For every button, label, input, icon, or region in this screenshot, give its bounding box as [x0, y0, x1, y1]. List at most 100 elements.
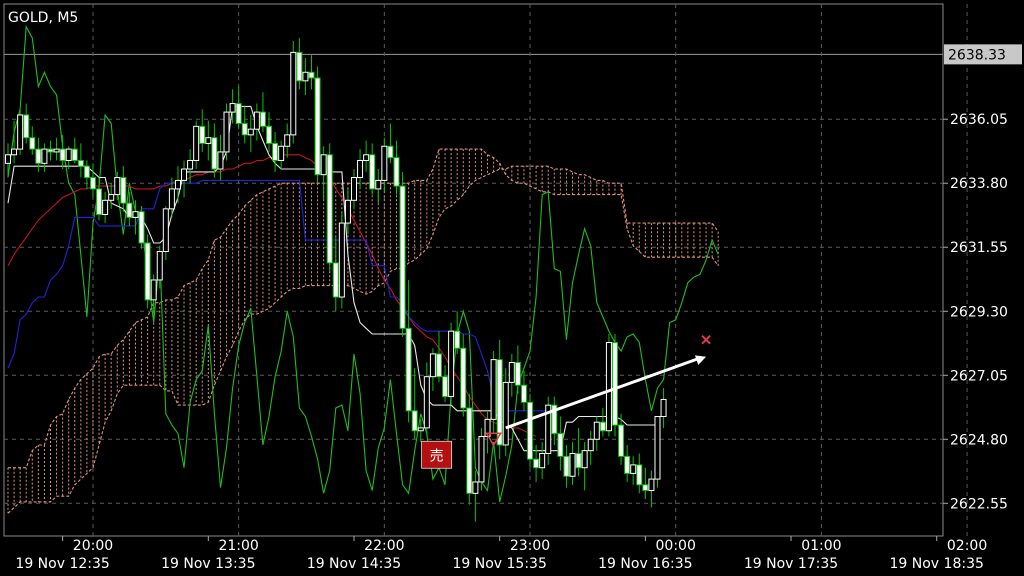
candle-bull — [587, 438, 594, 452]
candle-bear — [435, 353, 442, 378]
candle-bear — [59, 148, 66, 161]
candle-bull — [569, 452, 576, 477]
candle-bull — [108, 194, 115, 201]
candle-bull — [423, 376, 430, 429]
candle-bull — [502, 381, 509, 446]
symbol-label: GOLD, M5 — [8, 10, 78, 26]
candle-bear — [618, 424, 625, 457]
candle-bull — [114, 177, 121, 196]
candle-bull — [229, 103, 236, 113]
candle-bear — [23, 114, 30, 139]
candle-bear — [259, 111, 266, 127]
candle-bull — [11, 148, 18, 156]
current-price-label: 2638.33 — [948, 47, 1006, 63]
x-date-label: 19 Nov 14:35 — [307, 556, 401, 572]
candle-bear — [405, 327, 412, 412]
candle-bear — [235, 103, 242, 124]
candle-bull — [223, 111, 230, 153]
candle-bear — [533, 458, 540, 469]
candle-bear — [527, 401, 534, 460]
x-time-label: 20:00 — [73, 538, 113, 554]
y-tick-label: 2631.55 — [950, 240, 1008, 256]
candle-bull — [162, 208, 169, 253]
candle-bear — [96, 188, 103, 216]
candle-bear — [387, 145, 394, 159]
candle-bull — [253, 111, 260, 130]
candle-bull — [357, 159, 364, 179]
x-time-label: 00:00 — [656, 538, 696, 554]
candle-bear — [241, 122, 248, 136]
candle-bull — [65, 148, 72, 161]
candle-bear — [296, 51, 303, 82]
candle-bear — [369, 154, 376, 190]
candle-bull — [17, 114, 24, 150]
candle-bear — [411, 410, 418, 432]
candle-bear — [83, 165, 90, 179]
candle-bear — [144, 242, 151, 301]
candle-bear — [314, 77, 321, 176]
y-tick-label: 2633.80 — [950, 176, 1008, 192]
candle-bear — [575, 452, 582, 469]
candle-bear — [520, 384, 527, 403]
candle-bear — [466, 407, 473, 494]
x-time-label: 21:00 — [218, 538, 258, 554]
candle-bull — [648, 478, 655, 491]
candle-bear — [642, 484, 649, 491]
candle-bear — [399, 185, 406, 329]
x-time-label: 22:00 — [364, 538, 404, 554]
candle-bull — [654, 416, 661, 480]
candle-bear — [35, 148, 42, 164]
candle-bull — [630, 464, 637, 474]
candle-bull — [193, 125, 200, 161]
candle-bear — [496, 359, 503, 446]
candle-bull — [344, 199, 351, 224]
candle-bull — [41, 148, 48, 164]
candle-bear — [442, 376, 449, 398]
candle-bear — [599, 421, 606, 432]
candle-bull — [247, 128, 254, 136]
candle-bear — [563, 455, 570, 477]
candle-bull — [181, 168, 188, 181]
candle-bull — [290, 51, 297, 136]
candle-bear — [120, 177, 127, 204]
candle-bull — [156, 251, 163, 281]
candle-bear — [272, 142, 279, 161]
x-date-label: 19 Nov 17:35 — [744, 556, 838, 572]
candle-bull — [102, 199, 109, 216]
candle-bull — [187, 159, 194, 170]
y-tick-label: 2636.05 — [950, 112, 1008, 128]
x-date-label: 19 Nov 13:35 — [161, 556, 255, 572]
price-chart[interactable]: 売 2622.55 2624.80 2627.05 2629.30 2631.55 263… — [0, 0, 1024, 576]
candle-bull — [132, 211, 139, 218]
x-date-label: 19 Nov 16:35 — [598, 556, 692, 572]
candle-bull — [508, 361, 515, 383]
x-date-label: 19 Nov 18:35 — [890, 556, 984, 572]
candle-bear — [77, 159, 84, 167]
candle-bear — [636, 464, 643, 486]
candle-bear — [126, 202, 133, 218]
candle-bear — [71, 148, 78, 161]
y-tick-label: 2622.55 — [950, 496, 1008, 512]
candle-bull — [381, 145, 388, 181]
candle-bull — [417, 427, 424, 432]
candle-bull — [278, 145, 285, 161]
candle-bull — [581, 450, 588, 469]
x-date-label: 19 Nov 15:35 — [452, 556, 546, 572]
candle-bull — [605, 342, 612, 432]
candle-bull — [478, 435, 485, 483]
candle-bear — [332, 262, 339, 298]
candle-bull — [5, 154, 11, 164]
candle-bear — [47, 148, 54, 153]
candle-bull — [302, 71, 309, 82]
candle-bear — [326, 154, 333, 264]
candle-bear — [308, 71, 315, 79]
y-tick-label: 2629.30 — [950, 304, 1008, 320]
candle-bear — [557, 433, 564, 457]
x-date-label: 19 Nov 12:35 — [15, 556, 109, 572]
candle-bear — [29, 137, 36, 150]
candle-bull — [593, 421, 600, 440]
candle-bull — [448, 330, 455, 398]
candle-bull — [375, 179, 382, 190]
candle-bull — [338, 222, 345, 298]
candle-bear — [612, 342, 618, 426]
